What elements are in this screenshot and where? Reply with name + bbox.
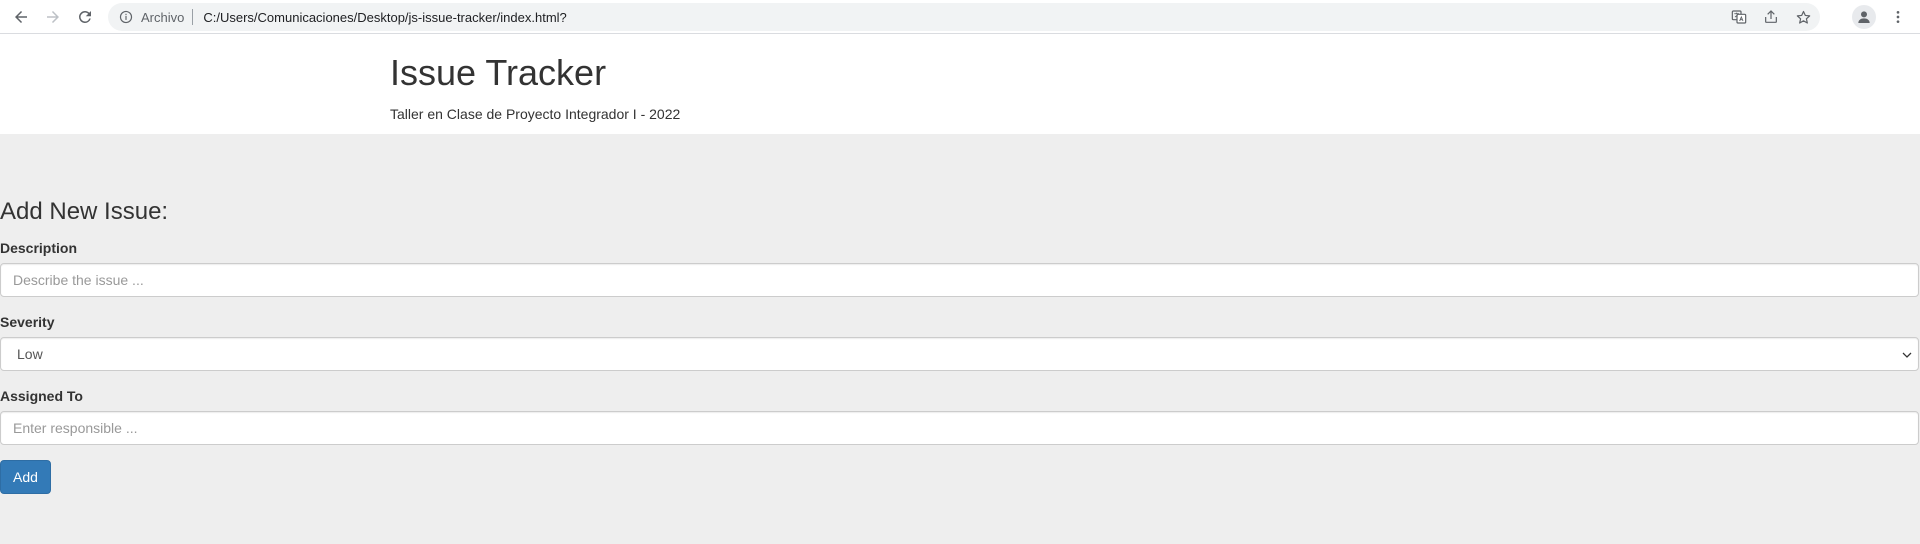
translate-icon[interactable] [1730, 8, 1748, 26]
page-header: Issue Tracker Taller en Clase de Proyect… [0, 35, 1920, 134]
issue-form-section: Add New Issue: Description Severity Low … [0, 134, 1920, 544]
severity-select[interactable]: Low [0, 337, 1919, 371]
profile-icon [1858, 11, 1870, 23]
add-issue-button[interactable]: Add [0, 460, 51, 494]
arrow-right-icon [47, 11, 59, 23]
assigned-to-label: Assigned To [0, 388, 83, 404]
severity-label: Severity [0, 314, 55, 330]
arrow-left-icon [15, 11, 27, 23]
address-bar[interactable]: Archivo C:/Users/Comunicaciones/Desktop/… [108, 3, 1820, 31]
description-input[interactable] [0, 263, 1919, 297]
url-text[interactable]: C:/Users/Comunicaciones/Desktop/js-issue… [203, 10, 566, 25]
address-bar-actions [1730, 3, 1812, 31]
share-icon[interactable] [1762, 8, 1780, 26]
forward-button[interactable] [40, 4, 66, 30]
back-button[interactable] [8, 4, 34, 30]
browser-menu-button[interactable] [1886, 5, 1910, 29]
kebab-menu-icon [1896, 11, 1900, 23]
browser-toolbar: Archivo C:/Users/Comunicaciones/Desktop/… [0, 0, 1920, 34]
address-separator [192, 9, 194, 25]
reload-icon [78, 10, 91, 23]
info-icon[interactable] [119, 10, 133, 24]
star-icon[interactable] [1794, 8, 1812, 26]
scheme-label: Archivo [141, 9, 185, 25]
chevron-down-icon [1900, 348, 1914, 362]
page-title: Issue Tracker [390, 52, 607, 93]
assigned-to-input[interactable] [0, 411, 1919, 445]
reload-button[interactable] [72, 4, 98, 30]
form-heading: Add New Issue: [0, 198, 169, 225]
severity-selected-value: Low [17, 346, 43, 362]
description-label: Description [0, 240, 78, 256]
page-subtitle: Taller en Clase de Proyecto Integrador I… [390, 106, 681, 122]
profile-button[interactable] [1852, 5, 1876, 29]
